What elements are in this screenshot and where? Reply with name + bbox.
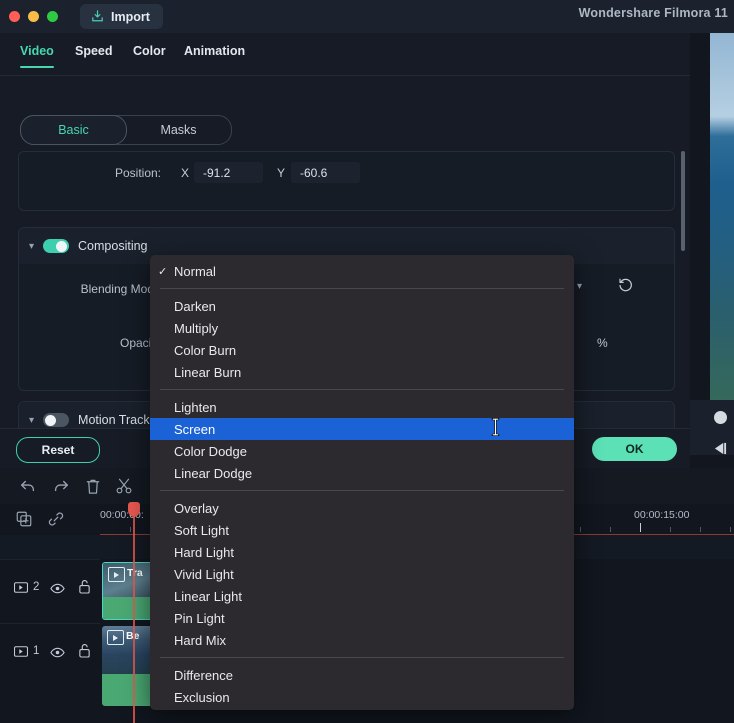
- menu-separator: [160, 490, 564, 491]
- motion-tracking-title: Motion Tracki: [78, 413, 153, 427]
- chevron-down-icon[interactable]: ▾: [29, 415, 34, 426]
- undo-icon[interactable]: [17, 475, 39, 497]
- motion-tracking-toggle[interactable]: [43, 413, 70, 427]
- position-x-axis-label: X: [181, 166, 190, 180]
- traffic-lights: [9, 11, 58, 22]
- menu-item-soft-light[interactable]: Soft Light: [150, 519, 574, 541]
- menu-item-pin-light[interactable]: Pin Light: [150, 607, 574, 629]
- app-title: Wondershare Filmora 11: [578, 6, 728, 20]
- menu-item-difference[interactable]: Difference: [150, 664, 574, 686]
- position-label: Position:: [114, 166, 161, 180]
- blending-mode-reset-icon[interactable]: [617, 276, 634, 298]
- menu-item-color-burn[interactable]: Color Burn: [150, 339, 574, 361]
- close-window-button[interactable]: [9, 11, 20, 22]
- clip-video-badge-icon: [107, 630, 124, 645]
- position-card: Position: X -91.2 Y -60.6: [18, 151, 675, 211]
- menu-item-linear-light[interactable]: Linear Light: [150, 585, 574, 607]
- menu-item-linear-dodge[interactable]: Linear Dodge: [150, 462, 574, 484]
- segment-masks[interactable]: Masks: [126, 116, 231, 144]
- menu-item-color-dodge[interactable]: Color Dodge: [150, 440, 574, 462]
- text-cursor-ibeam: [491, 417, 500, 441]
- volume-slider-knob[interactable]: [714, 411, 727, 424]
- position-y-input[interactable]: -60.6: [291, 162, 360, 183]
- split-scissors-icon[interactable]: [113, 475, 135, 497]
- maximize-window-button[interactable]: [47, 11, 58, 22]
- menu-item-hard-light[interactable]: Hard Light: [150, 541, 574, 563]
- reset-button[interactable]: Reset: [16, 437, 100, 463]
- video-track-icon: [14, 645, 28, 657]
- track-header-2: 2: [0, 559, 100, 622]
- track-header-1: 1: [0, 623, 100, 686]
- preview-video-image: [710, 33, 734, 430]
- track-number-1: 1: [14, 645, 39, 657]
- tab-speed[interactable]: Speed: [75, 44, 113, 58]
- position-y-axis-label: Y: [277, 166, 286, 180]
- blending-mode-dropdown-menu[interactable]: ✓ Normal Darken Multiply Color Burn Line…: [150, 255, 574, 710]
- menu-item-darken[interactable]: Darken: [150, 295, 574, 317]
- track-visibility-eye-icon[interactable]: [50, 645, 65, 663]
- basic-masks-segmented-control: Basic Masks: [20, 115, 232, 145]
- segment-basic[interactable]: Basic: [20, 115, 127, 145]
- minimize-window-button[interactable]: [28, 11, 39, 22]
- track-number-2: 2: [14, 581, 39, 593]
- menu-item-hard-mix[interactable]: Hard Mix: [150, 629, 574, 651]
- title-bar: Import Wondershare Filmora 11: [0, 0, 734, 33]
- compositing-toggle[interactable]: [43, 239, 70, 253]
- active-tab-underline: [20, 66, 54, 68]
- menu-item-overlay[interactable]: Overlay: [150, 497, 574, 519]
- import-button-label: Import: [111, 9, 150, 24]
- add-track-icon[interactable]: [13, 508, 35, 530]
- menu-separator: [160, 288, 564, 289]
- opacity-unit-label: %: [597, 336, 608, 350]
- menu-separator: [160, 389, 564, 390]
- menu-item-exclusion[interactable]: Exclusion: [150, 686, 574, 708]
- track-visibility-eye-icon[interactable]: [50, 581, 65, 599]
- ruler-major-tick: [640, 523, 641, 532]
- menu-item-vivid-light[interactable]: Vivid Light: [150, 563, 574, 585]
- menu-item-linear-burn[interactable]: Linear Burn: [150, 361, 574, 383]
- properties-scrollbar-thumb[interactable]: [681, 151, 685, 251]
- import-icon: [90, 9, 105, 24]
- compositing-title: Compositing: [78, 239, 148, 253]
- menu-separator: [160, 657, 564, 658]
- ok-button[interactable]: OK: [592, 437, 677, 461]
- track-unlock-icon[interactable]: [78, 643, 91, 663]
- menu-item-lighten[interactable]: Lighten: [150, 396, 574, 418]
- menu-item-normal[interactable]: ✓ Normal: [150, 260, 574, 282]
- clip-name-2: Tra: [127, 567, 143, 579]
- tab-video[interactable]: Video: [20, 44, 54, 68]
- import-button[interactable]: Import: [80, 4, 163, 29]
- blending-mode-chevron-down-icon[interactable]: ▾: [577, 281, 582, 292]
- menu-item-screen[interactable]: Screen: [150, 418, 574, 440]
- clip-video-badge-icon: [108, 567, 125, 582]
- position-x-input[interactable]: -91.2: [194, 162, 263, 183]
- chevron-down-icon[interactable]: ▾: [29, 241, 34, 252]
- property-tab-bar: Video Speed Color Animation: [0, 33, 690, 76]
- blending-mode-label: Blending Mode:: [80, 282, 164, 296]
- delete-icon[interactable]: [82, 475, 104, 497]
- filmora-window: Import Wondershare Filmora 11 Video Spee…: [0, 0, 734, 723]
- link-icon[interactable]: [45, 508, 67, 530]
- timeline-header-controls: [0, 504, 100, 534]
- redo-icon[interactable]: [50, 475, 72, 497]
- tab-animation[interactable]: Animation: [184, 44, 245, 58]
- video-track-icon: [14, 581, 28, 593]
- playhead-line: [133, 512, 135, 723]
- timecode-marker: 00:00:15:00: [634, 509, 690, 521]
- step-back-play-icon[interactable]: [712, 442, 729, 460]
- tab-color[interactable]: Color: [133, 44, 166, 58]
- menu-item-multiply[interactable]: Multiply: [150, 317, 574, 339]
- preview-panel: [690, 33, 734, 430]
- track-unlock-icon[interactable]: [78, 579, 91, 599]
- check-icon: ✓: [158, 265, 168, 278]
